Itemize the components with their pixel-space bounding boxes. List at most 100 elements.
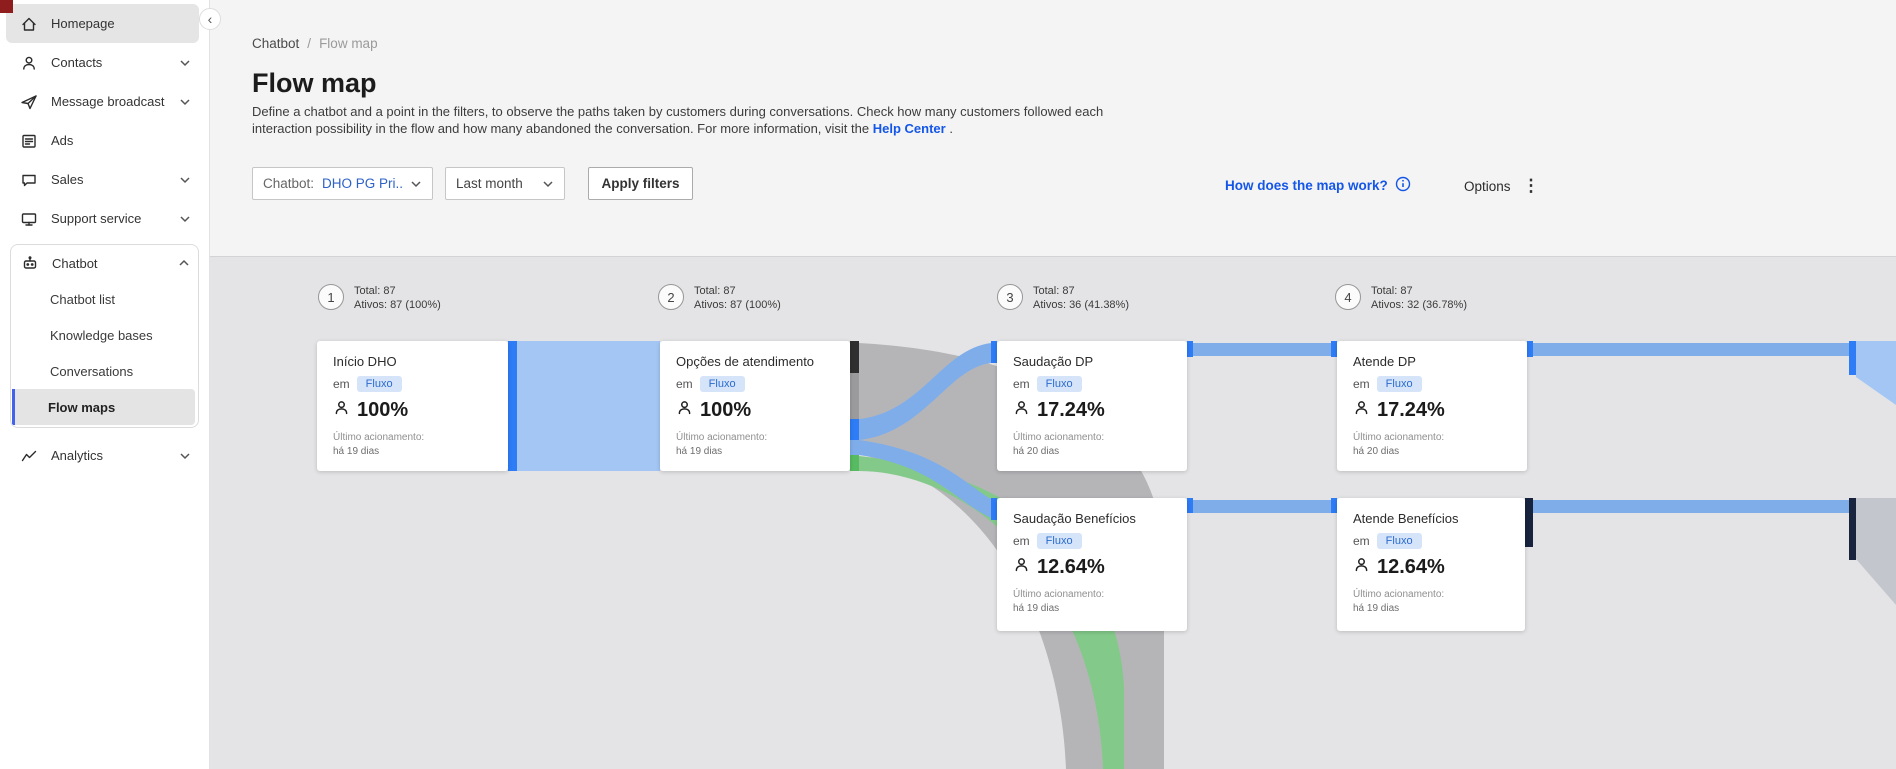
sidebar-item-chatbot[interactable]: Chatbot (11, 245, 198, 281)
sidebar-collapse-button[interactable]: ‹ (199, 8, 221, 30)
column-active: Ativos: 36 (41.38%) (1033, 299, 1129, 311)
sidebar-item-analytics[interactable]: Analytics (6, 436, 199, 475)
flow-node-opcoes-de-atendimento[interactable]: Opções de atendimento em Fluxo 100% Últim… (660, 341, 850, 471)
node-em-label: em (1013, 534, 1030, 548)
node-em-label: em (1353, 534, 1370, 548)
node-type-badge: Fluxo (1376, 533, 1422, 549)
node-title: Atende DP (1353, 354, 1416, 369)
node-title: Saudação DP (1013, 354, 1094, 369)
send-icon (20, 93, 38, 111)
chat-bubble-icon (20, 171, 38, 189)
column-active: Ativos: 87 (100%) (694, 299, 781, 311)
sidebar-item-label: Sales (51, 172, 84, 187)
person-icon (1353, 556, 1370, 579)
sidebar-item-support-service[interactable]: Support service (6, 199, 199, 238)
last-trigger-value: há 20 dias (1013, 445, 1060, 457)
period-select-value: Last month (456, 176, 523, 191)
sidebar-item-homepage[interactable]: Homepage (6, 4, 199, 43)
chatbot-menu-group: Chatbot Chatbot list Knowledge bases Con… (10, 244, 199, 428)
sidebar-item-label: Ads (51, 133, 74, 148)
last-trigger-label: Último acionamento: (1013, 589, 1105, 600)
sub-item-label: Conversations (50, 363, 134, 379)
person-icon (333, 399, 350, 422)
info-icon (1395, 176, 1411, 195)
sidebar-item-contacts[interactable]: Contacts (6, 43, 199, 82)
sub-item-label: Flow maps (48, 399, 116, 415)
monitor-icon (20, 210, 38, 228)
sidebar-item-label: Chatbot (52, 255, 98, 271)
column-number-badge: 1 (318, 284, 344, 310)
breadcrumb-parent[interactable]: Chatbot (252, 36, 299, 51)
column-total: Total: 87 (354, 285, 396, 297)
sidebar-item-label: Contacts (51, 55, 103, 70)
home-icon (20, 15, 38, 33)
column-active: Ativos: 32 (36.78%) (1371, 299, 1467, 311)
page-description: Define a chatbot and a point in the filt… (252, 104, 1157, 137)
options-menu[interactable]: Options ⋮ (1464, 176, 1540, 196)
how-map-works-label: How does the map work? (1225, 178, 1388, 193)
column-total: Total: 87 (694, 285, 736, 297)
help-center-link[interactable]: Help Center (873, 121, 946, 136)
flow-node-inicio-dho[interactable]: Início DHO em Fluxo 100% Último acionamen… (317, 341, 508, 471)
sidebar-item-chatbot-list[interactable]: Chatbot list (14, 281, 195, 317)
sub-item-label: Chatbot list (50, 291, 116, 307)
sidebar-item-label: Support service (51, 211, 142, 226)
node-em-label: em (1353, 377, 1370, 391)
chevron-down-icon (410, 176, 422, 191)
person-icon (20, 54, 38, 72)
sidebar-item-ads[interactable]: Ads (6, 121, 199, 160)
sidebar: Homepage Contacts Message broadcast Ads (0, 0, 210, 769)
sidebar-item-label: Message broadcast (51, 94, 165, 109)
node-em-label: em (333, 377, 350, 391)
flow-column-header-1: 1 Total: 87 Ativos: 87 (100%) (318, 284, 441, 312)
flow-node-saudacao-beneficios[interactable]: Saudação Benefícios em Fluxo 12.64% Últim… (997, 498, 1187, 631)
flow-node-saudacao-dp[interactable]: Saudação DP em Fluxo 17.24% Último aciona… (997, 341, 1187, 471)
sidebar-item-conversations[interactable]: Conversations (14, 353, 195, 389)
column-active: Ativos: 87 (100%) (354, 299, 441, 311)
sidebar-item-label: Analytics (51, 448, 104, 463)
chatbot-select[interactable]: Chatbot: DHO PG Pri... (252, 167, 433, 200)
sidebar-item-label: Homepage (51, 16, 115, 31)
chevron-down-icon (179, 171, 191, 189)
period-select[interactable]: Last month (445, 167, 565, 200)
chatbot-select-value: DHO PG Pri... (322, 176, 402, 191)
node-percent: 12.64% (1037, 556, 1105, 578)
person-icon (1353, 399, 1370, 422)
sidebar-item-message-broadcast[interactable]: Message broadcast (6, 82, 199, 121)
node-percent: 100% (357, 399, 409, 421)
breadcrumb-separator: / (307, 36, 312, 51)
column-total: Total: 87 (1371, 285, 1413, 297)
how-map-works-link[interactable]: How does the map work? (1225, 176, 1411, 195)
last-trigger-value: há 19 dias (1013, 602, 1060, 614)
robot-icon (21, 254, 39, 272)
last-trigger-label: Último acionamento: (1353, 432, 1445, 443)
flow-map-canvas[interactable]: 1 Total: 87 Ativos: 87 (100%) 2 Total: 8… (210, 256, 1896, 769)
kebab-menu-icon[interactable]: ⋮ (1523, 176, 1540, 196)
sidebar-item-sales[interactable]: Sales (6, 160, 199, 199)
last-trigger-label: Último acionamento: (1353, 589, 1445, 600)
node-title: Atende Benefícios (1353, 511, 1459, 526)
sub-item-label: Knowledge bases (50, 327, 153, 343)
last-trigger-value: há 19 dias (1353, 602, 1400, 614)
chevron-down-icon (179, 447, 191, 465)
apply-filters-button[interactable]: Apply filters (588, 167, 693, 200)
sidebar-item-knowledge-bases[interactable]: Knowledge bases (14, 317, 195, 353)
person-icon (676, 399, 693, 422)
sidebar-item-flow-maps[interactable]: Flow maps (12, 389, 195, 425)
chevron-down-icon (542, 176, 554, 191)
chevron-up-icon (178, 254, 190, 272)
filter-bar: Chatbot: DHO PG Pri... Last month Apply … (252, 167, 693, 200)
node-em-label: em (676, 377, 693, 391)
page-title: Flow map (252, 68, 377, 98)
flow-column-header-4: 4 Total: 87 Ativos: 32 (36.78%) (1335, 284, 1467, 312)
main-content: Chatbot / Flow map Flow map Define a cha… (210, 0, 1896, 769)
last-trigger-label: Último acionamento: (1013, 432, 1105, 443)
flow-node-atende-beneficios[interactable]: Atende Benefícios em Fluxo 12.64% Último … (1337, 498, 1525, 631)
recording-indicator (0, 0, 13, 13)
chevron-down-icon (179, 93, 191, 111)
flow-node-atende-dp[interactable]: Atende DP em Fluxo 17.24% Último acioname… (1337, 341, 1527, 471)
node-title: Opções de atendimento (676, 354, 815, 369)
person-icon (1013, 556, 1030, 579)
app-window: Homepage Contacts Message broadcast Ads (0, 0, 1896, 769)
breadcrumb-current: Flow map (319, 36, 378, 51)
